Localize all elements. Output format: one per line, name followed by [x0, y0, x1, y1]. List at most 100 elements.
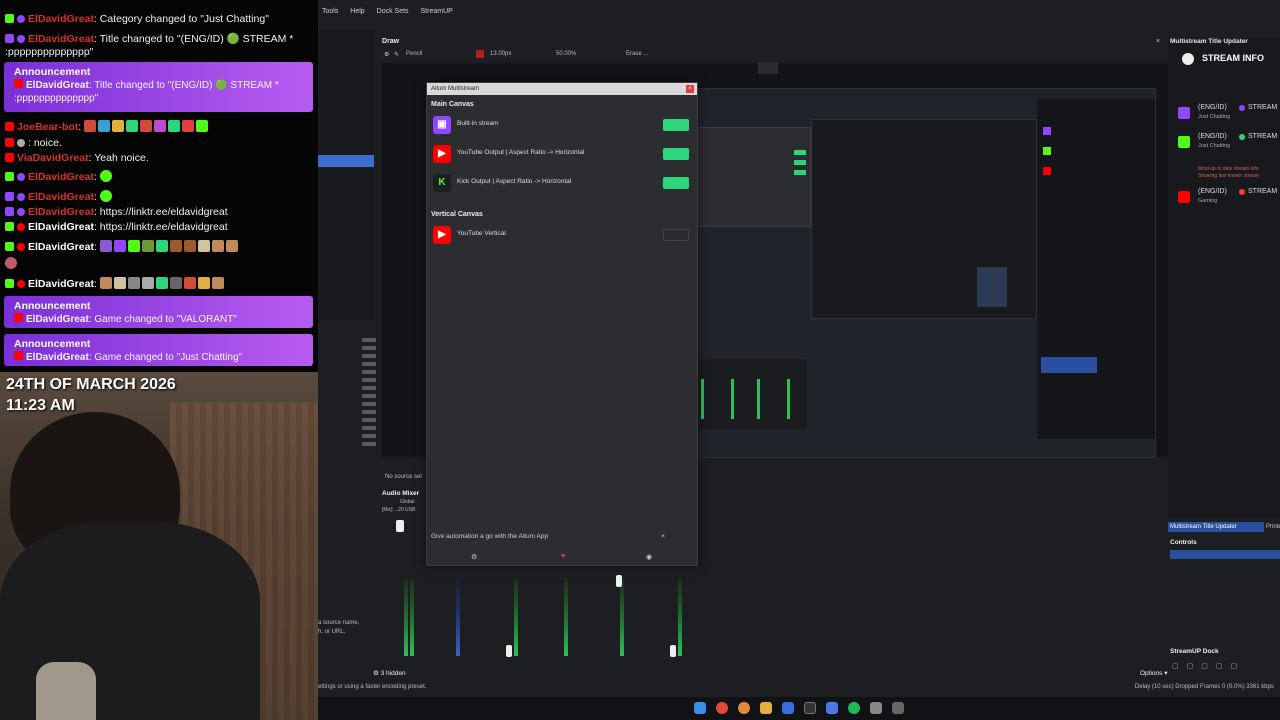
- menu-dock-sets[interactable]: Dock Sets: [377, 8, 409, 15]
- emote-icon: [183, 277, 196, 289]
- lamp-light: [36, 662, 96, 720]
- announcement-text: : Title changed to "(ENG/ID) 🟢 STREAM *: [88, 80, 279, 91]
- pencil-icon[interactable]: ✎: [394, 51, 399, 58]
- visibility-icons[interactable]: [362, 338, 376, 448]
- nested-kick-icon: [1043, 147, 1051, 155]
- announcement-title: Announcement: [14, 338, 91, 350]
- announcement-text: : Game changed to "VALORANT": [88, 314, 237, 325]
- title-updater-header: Multistream Title Updater: [1170, 38, 1248, 45]
- youtube-icon: [1178, 191, 1190, 203]
- obs-icon[interactable]: [804, 702, 816, 714]
- scene-item-selected[interactable]: [318, 155, 374, 167]
- row-category: Just Chatting: [1198, 114, 1231, 120]
- chat-message: ElDavidGreat: Category changed to "Just …: [5, 12, 313, 26]
- menu-help[interactable]: Help: [350, 8, 364, 15]
- hidden-sources[interactable]: ⚙ 3 hidden: [373, 669, 406, 677]
- options-button[interactable]: Options ▾: [1140, 669, 1167, 677]
- output-toggle[interactable]: [663, 119, 689, 131]
- output-row: ▣ Built-in stream: [433, 114, 689, 136]
- emote-icon: [99, 190, 112, 202]
- vertical-canvas-heading: Vertical Canvas: [431, 211, 483, 218]
- app-icon[interactable]: [826, 702, 838, 714]
- chat-text: :: [93, 278, 97, 290]
- announcement-body: ElDavidGreat: Title changed to "(ENG/ID)…: [14, 79, 303, 92]
- volume-slider-handle[interactable]: [396, 520, 404, 532]
- chat-username: ViaDavidGreat: [17, 152, 89, 164]
- volume-meter: [620, 578, 624, 656]
- platform-row[interactable]: (ENG/ID) STREAM Just Chatting: [1178, 104, 1280, 128]
- start-streaming-button[interactable]: [1170, 550, 1280, 559]
- chat-message: ElDavidGreat: https://linktr.ee/eldavidg…: [5, 220, 313, 234]
- chrome-icon[interactable]: [716, 702, 728, 714]
- start-icon[interactable]: [694, 702, 706, 714]
- nested-toggle: [794, 150, 806, 155]
- streamup-tool-icons[interactable]: ▢▢▢▢▢: [1172, 662, 1272, 672]
- volume-slider-handle[interactable]: [616, 575, 622, 587]
- emote-icon: [99, 170, 112, 182]
- discord-icon[interactable]: ◉: [646, 553, 652, 561]
- erase-toggle[interactable]: Erase ...: [626, 51, 648, 57]
- status-dot: [1239, 134, 1245, 140]
- kick-icon: [5, 242, 14, 251]
- output-toggle[interactable]: [663, 148, 689, 160]
- windows-taskbar: [318, 697, 1280, 720]
- chat-message: ElDavidGreat:: [5, 240, 313, 254]
- draw-dock-title: Draw: [382, 38, 400, 45]
- platform-row[interactable]: (ENG/ID) STREAM Gaming: [1178, 188, 1280, 212]
- volume-slider-handle[interactable]: [670, 645, 676, 657]
- tool-select[interactable]: Pencil: [406, 51, 422, 57]
- volume-slider-handle[interactable]: [506, 645, 512, 657]
- platform-row[interactable]: (ENG/ID) STREAM Just Chatting: [1178, 133, 1280, 157]
- chat-message: : noice.: [5, 136, 313, 150]
- row-category: Just Chatting: [1198, 143, 1231, 149]
- tab-printer[interactable]: Printer: [1266, 522, 1280, 532]
- emote-icon: [99, 277, 112, 289]
- app-icon[interactable]: [782, 702, 794, 714]
- info-icon: [1182, 53, 1194, 65]
- emote-icon: [84, 120, 97, 132]
- stream-info-title: STREAM INFO: [1202, 53, 1264, 63]
- settings-icon[interactable]: ⚙: [384, 51, 389, 58]
- volume-meter: [410, 578, 414, 656]
- close-icon[interactable]: ×: [1156, 38, 1160, 45]
- announcement: Announcement ElDavidGreat: Game changed …: [4, 334, 313, 366]
- output-label: Built-in stream: [457, 120, 499, 127]
- source-hint: a source name,: [318, 620, 360, 626]
- chat-message: :pppppppppppppp": [5, 45, 313, 59]
- size-input[interactable]: 13.00px: [490, 51, 511, 57]
- nested-toggle: [794, 160, 806, 165]
- opacity-input[interactable]: 50.00%: [556, 51, 576, 57]
- heart-icon[interactable]: ♥: [561, 553, 565, 560]
- spotify-icon[interactable]: [848, 702, 860, 714]
- settings-icon[interactable]: ⚙: [471, 553, 477, 561]
- color-swatch[interactable]: [476, 50, 484, 58]
- emote-icon: [169, 277, 182, 289]
- menu-streamup[interactable]: StreamUP: [421, 8, 453, 15]
- chat-text: : https://linktr.ee/eldavidgreat: [93, 221, 228, 233]
- output-toggle[interactable]: [663, 177, 689, 189]
- tab-title-updater[interactable]: Multistream Title Updater: [1168, 522, 1264, 532]
- close-icon[interactable]: ×: [661, 533, 665, 540]
- menu-tools[interactable]: Tools: [322, 8, 338, 15]
- emote-icon: [197, 240, 210, 252]
- nested-dock: [977, 267, 1007, 307]
- announcement-text-cont: :pppppppppppppp": [14, 93, 99, 104]
- automation-text[interactable]: Give automation a go with the Aitum App: [431, 533, 548, 540]
- chat-username: ElDavidGreat: [28, 278, 94, 290]
- emote-icon: [98, 120, 111, 132]
- nested-twitch-icon: [1043, 127, 1051, 135]
- close-icon[interactable]: ×: [686, 85, 694, 93]
- output-toggle[interactable]: [663, 229, 689, 241]
- output-row: ▶ YouTube Vertical: [433, 224, 689, 246]
- info-note: Most up to date stream info: [1198, 166, 1259, 172]
- status-dot: [1239, 105, 1245, 111]
- multistream-titlebar[interactable]: Aitum Multistream: [427, 83, 697, 95]
- output-label: Kick Output | Aspect Ratio -> Horizontal: [457, 178, 572, 185]
- folder-icon[interactable]: [760, 702, 772, 714]
- options-label: Options: [1140, 670, 1163, 677]
- chat-text: : https://linktr.ee/eldavidgreat: [93, 206, 228, 218]
- emote-icon: [168, 120, 181, 132]
- app-icon[interactable]: [870, 702, 882, 714]
- app-icon[interactable]: [892, 702, 904, 714]
- browser-icon[interactable]: [738, 702, 750, 714]
